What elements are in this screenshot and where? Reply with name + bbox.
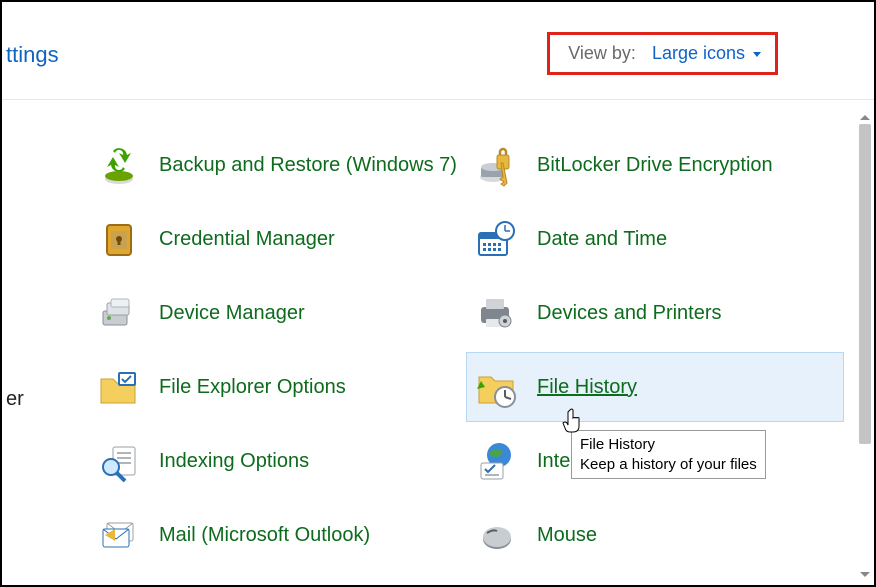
item-label[interactable]: BitLocker Drive Encryption [537,153,773,178]
devices-printers-icon [475,291,519,335]
control-panel-body: er Backup and Restore (Windows 7) [2,100,874,585]
header: ttings View by: Large icons [2,2,874,100]
item-label[interactable]: Mouse [537,523,597,548]
sidebar-text-fragment: er [6,388,24,411]
view-by-dropdown[interactable]: Large icons [652,43,761,64]
mail-icon [97,513,141,557]
item-label[interactable]: Devices and Printers [537,301,722,326]
credential-manager-icon [97,217,141,261]
tooltip-title: File History [580,435,757,455]
item-label[interactable]: Backup and Restore (Windows 7) [159,153,457,178]
item-mouse[interactable]: Mouse [466,500,844,570]
file-explorer-options-icon [97,365,141,409]
view-by-value: Large icons [652,43,745,64]
item-credential-manager[interactable]: Credential Manager [88,204,466,274]
device-manager-icon [97,291,141,335]
internet-options-icon [475,439,519,483]
pointer-hand-cursor [562,408,584,434]
control-panel-items: Backup and Restore (Windows 7) BitLocker… [88,130,844,570]
item-mail[interactable]: Mail (Microsoft Outlook) [88,500,466,570]
item-label[interactable]: File Explorer Options [159,375,346,400]
item-backup-and-restore[interactable]: Backup and Restore (Windows 7) [88,130,466,200]
scroll-up-button[interactable] [858,110,872,124]
item-label[interactable]: File History [537,375,637,400]
item-devices-and-printers[interactable]: Devices and Printers [466,278,844,348]
tooltip: File History Keep a history of your file… [571,430,766,479]
view-by-label: View by: [568,43,636,64]
bitlocker-icon [475,143,519,187]
item-label[interactable]: Device Manager [159,301,305,326]
item-label[interactable]: Inte [537,449,570,474]
item-device-manager[interactable]: Device Manager [88,278,466,348]
date-time-icon [475,217,519,261]
view-by-highlight: View by: Large icons [547,32,778,75]
item-file-explorer-options[interactable]: File Explorer Options [88,352,466,422]
scroll-down-button[interactable] [858,567,872,581]
tooltip-body: Keep a history of your files [580,455,757,475]
mouse-icon [475,513,519,557]
item-label[interactable]: Credential Manager [159,227,335,252]
item-label[interactable]: Date and Time [537,227,667,252]
scroll-thumb[interactable] [859,124,871,444]
item-bitlocker-drive-encryption[interactable]: BitLocker Drive Encryption [466,130,844,200]
backup-restore-icon [97,143,141,187]
chevron-down-icon [753,52,761,57]
indexing-options-icon [97,439,141,483]
vertical-scrollbar[interactable] [858,110,872,581]
item-indexing-options[interactable]: Indexing Options [88,426,466,496]
scroll-track[interactable] [858,124,872,567]
item-file-history[interactable]: File History [466,352,844,422]
file-history-icon [475,365,519,409]
page-title-fragment: ttings [6,42,59,68]
item-label[interactable]: Indexing Options [159,449,309,474]
item-date-and-time[interactable]: Date and Time [466,204,844,274]
item-label[interactable]: Mail (Microsoft Outlook) [159,523,370,548]
